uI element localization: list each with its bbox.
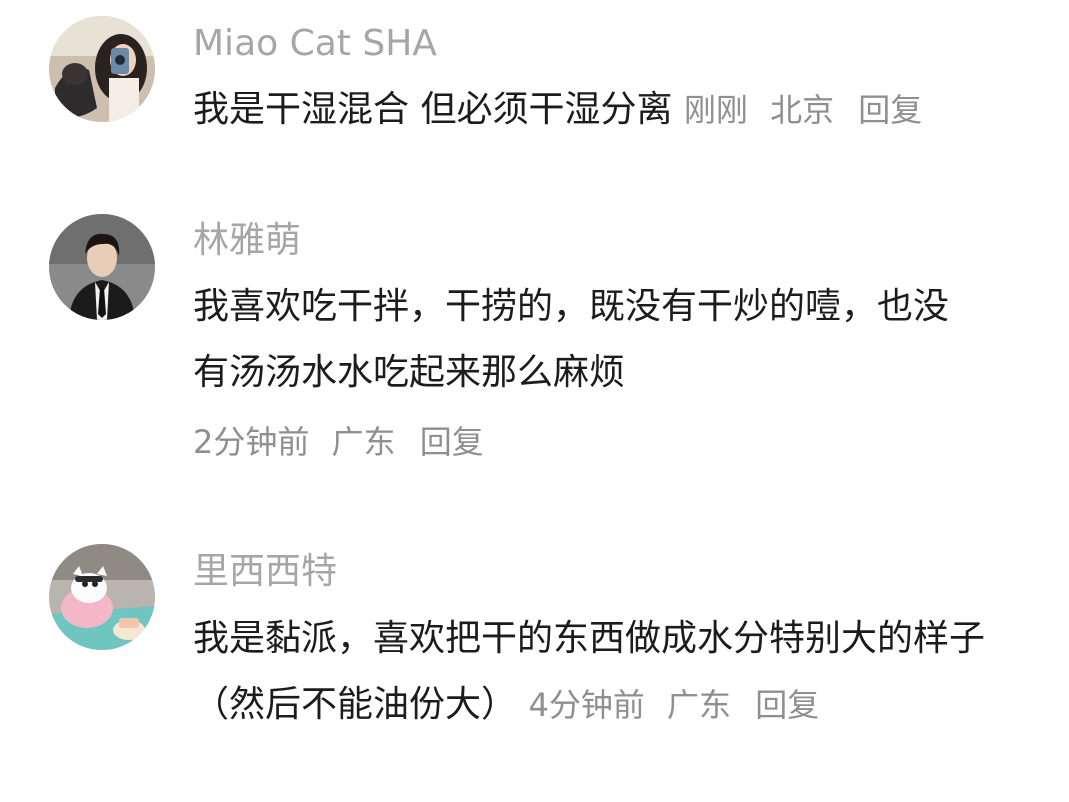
- avatar-image: [49, 544, 155, 650]
- avatar-image: [49, 16, 155, 122]
- comment-location: 广东: [331, 423, 396, 461]
- username[interactable]: Miao Cat SHA: [193, 22, 437, 66]
- comment-meta: 4分钟前 广东 回复: [528, 686, 819, 724]
- comment-text: 我是干湿混合 但必须干湿分离: [193, 89, 673, 130]
- avatar-image: [49, 214, 155, 320]
- avatar[interactable]: [49, 544, 155, 650]
- username[interactable]: 里西西特: [193, 550, 337, 594]
- comment-body: 我是黏派，喜欢把干的东西做成水分特别大的样子（然后不能油份大） 4分钟前 广东 …: [193, 606, 993, 738]
- comment-location: 广东: [667, 686, 732, 724]
- comment-meta: 刚刚 北京 回复: [684, 91, 922, 129]
- reply-button[interactable]: 回复: [858, 77, 922, 143]
- comment-location: 北京: [770, 91, 835, 129]
- reply-button[interactable]: 回复: [420, 423, 484, 461]
- username[interactable]: 林雅萌: [193, 219, 301, 263]
- comment-text: 我喜欢吃干拌，干捞的，既没有干炒的噎，也没有汤汤水水吃起来那么麻烦: [193, 286, 950, 393]
- avatar[interactable]: [49, 16, 155, 122]
- avatar[interactable]: [49, 214, 155, 320]
- reply-button[interactable]: 回复: [755, 672, 819, 738]
- comment-body: 我是干湿混合 但必须干湿分离 刚刚 北京 回复: [193, 77, 993, 143]
- comment-time: 刚刚: [683, 91, 748, 129]
- comment-meta: 2分钟前 广东 回复: [193, 420, 484, 464]
- comment-time: 4分钟前: [528, 686, 645, 724]
- comment-time: 2分钟前: [193, 423, 310, 461]
